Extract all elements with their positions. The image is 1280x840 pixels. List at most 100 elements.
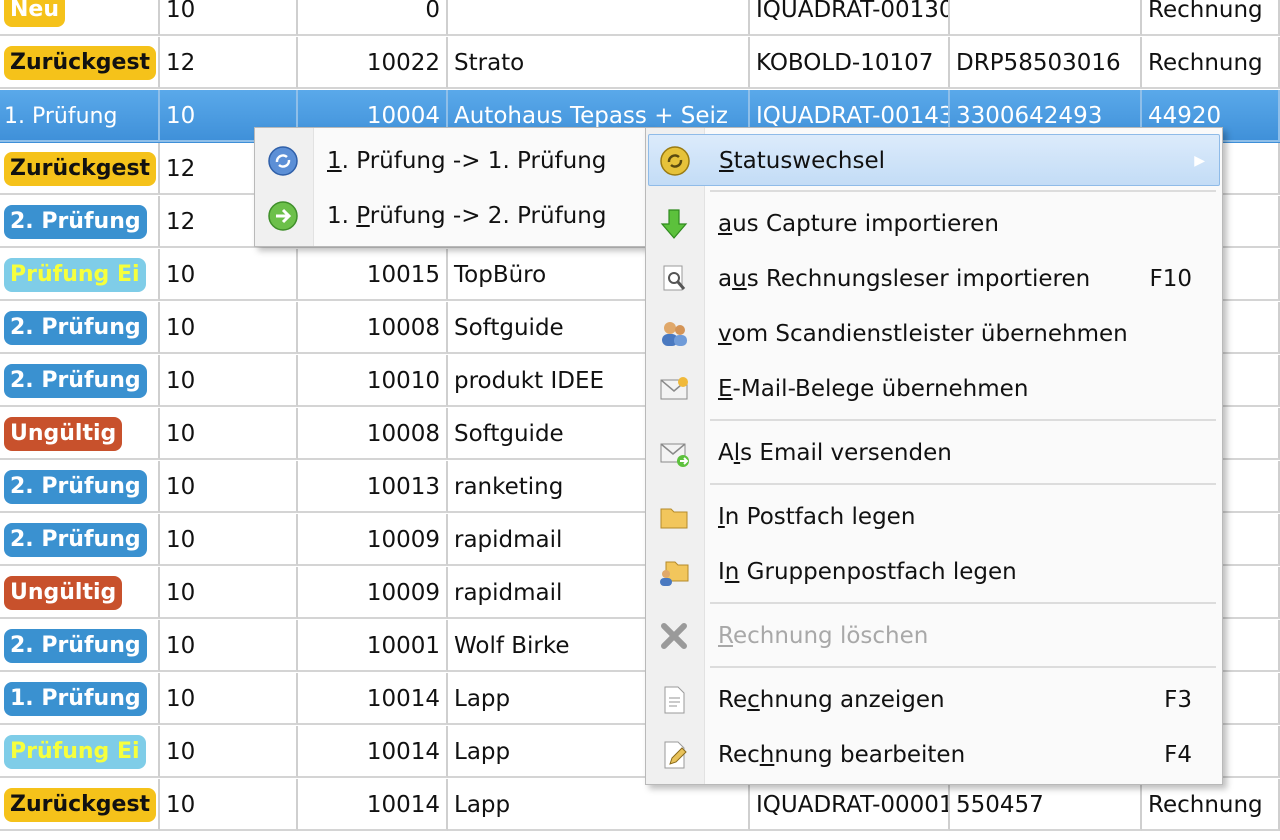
menu-separator <box>710 666 1216 668</box>
count-cell: 10 <box>160 514 298 566</box>
document-icon <box>658 684 690 716</box>
reference-cell: 550457 <box>950 779 1142 831</box>
status-badge: 1. Prüfung <box>4 682 147 716</box>
type-cell: Rechnung <box>1142 37 1280 89</box>
status-cell: Zurückgest <box>0 37 160 89</box>
number-cell: 10022 <box>298 37 448 89</box>
group-folder-icon <box>658 556 690 588</box>
status-cell: 2. Prüfung <box>0 620 160 672</box>
status-badge: 2. Prüfung <box>4 470 147 504</box>
send-mail-icon <box>658 437 690 469</box>
count-cell: 10 <box>160 355 298 407</box>
menu-separator <box>710 602 1216 604</box>
status-cell: Ungültig <box>0 567 160 619</box>
menu-item-rechnung-bearbeiten[interactable]: Rechnung bearbeiten F4 <box>648 729 1220 781</box>
number-cell: 10009 <box>298 514 448 566</box>
status-badge: 2. Prüfung <box>4 364 147 398</box>
count-cell: 10 <box>160 620 298 672</box>
status-badge: 2. Prüfung <box>4 629 147 663</box>
status-badge: Prüfung Ei <box>4 258 146 292</box>
count-cell: 12 <box>160 37 298 89</box>
status-badge: Ungültig <box>4 417 123 451</box>
menu-item-rechnung-anzeigen[interactable]: Rechnung anzeigen F3 <box>648 674 1220 726</box>
context-menu: Statuswechsel ▶ aus Capture importieren … <box>645 127 1223 785</box>
status-cell: Zurückgest <box>0 143 160 195</box>
type-cell: Rechnung <box>1142 0 1280 36</box>
menu-item-postfach[interactable]: In Postfach legen <box>648 491 1220 543</box>
number-cell: 10009 <box>298 567 448 619</box>
table-row[interactable]: Zurückgest 12 10022 Strato KOBOLD-10107 DRP58… <box>0 37 1280 90</box>
number-cell: 10010 <box>298 355 448 407</box>
menu-item-label: vom Scandienstleister übernehmen <box>718 321 1128 347</box>
reference-cell <box>950 0 1142 36</box>
submenu-item-1-to-2[interactable]: 1. Prüfung -> 2. Prüfung <box>257 190 647 242</box>
arrow-down-icon <box>658 208 690 240</box>
menu-separator <box>710 419 1216 421</box>
status-cell: 2. Prüfung <box>0 514 160 566</box>
status-cell: Prüfung Ei <box>0 249 160 301</box>
menu-item-label: Rechnung anzeigen <box>718 687 945 713</box>
edit-document-icon <box>658 739 690 771</box>
name-cell: Strato <box>448 37 750 89</box>
shortcut-label: F3 <box>1164 687 1192 713</box>
menu-item-label: Als Email versenden <box>718 440 952 466</box>
magnifier-document-icon <box>658 263 690 295</box>
menu-separator <box>710 190 1216 192</box>
number-cell: 10001 <box>298 620 448 672</box>
menu-item-label: Rechnung bearbeiten <box>718 742 966 768</box>
count-cell: 10 <box>160 249 298 301</box>
status-badge: 2. Prüfung <box>4 523 147 557</box>
menu-item-label: In Gruppenpostfach legen <box>718 559 1017 585</box>
menu-item-label: E-Mail-Belege übernehmen <box>718 376 1029 402</box>
table-row[interactable]: Neu 10 0 IQUADRAT-00130 Rechnung <box>0 0 1280 37</box>
status-badge: Prüfung Ei <box>4 735 146 769</box>
code-cell: IQUADRAT-00001 <box>750 779 950 831</box>
menu-item-gruppenpostfach[interactable]: In Gruppenpostfach legen <box>648 546 1220 598</box>
name-cell: Lapp <box>448 779 750 831</box>
submenu-item-label: 1. Prüfung -> 2. Prüfung <box>327 203 607 229</box>
shortcut-label: F10 <box>1149 266 1193 292</box>
number-cell: 10008 <box>298 408 448 460</box>
submenu-item-1-to-1[interactable]: 1. Prüfung -> 1. Prüfung <box>257 135 647 187</box>
number-cell: 10014 <box>298 726 448 778</box>
count-cell: 10 <box>160 0 298 36</box>
menu-item-label: aus Rechnungsleser importieren <box>718 266 1091 292</box>
menu-item-rechnung-loeschen[interactable]: Rechnung löschen <box>648 610 1220 662</box>
number-cell: 10014 <box>298 673 448 725</box>
menu-item-label: Statuswechsel <box>719 148 886 174</box>
number-cell: 10015 <box>298 249 448 301</box>
menu-item-email-belege[interactable]: E-Mail-Belege übernehmen <box>648 363 1220 415</box>
status-cell: 1. Prüfung <box>0 673 160 725</box>
count-cell: 10 <box>160 302 298 354</box>
status-submenu: 1. Prüfung -> 1. Prüfung 1. Prüfung -> 2… <box>254 127 650 247</box>
status-cell: 2. Prüfung <box>0 302 160 354</box>
menu-item-label: In Postfach legen <box>718 504 916 530</box>
menu-item-capture-import[interactable]: aus Capture importieren <box>648 198 1220 250</box>
count-cell: 10 <box>160 726 298 778</box>
status-cell: 2. Prüfung <box>0 461 160 513</box>
status-badge: Zurückgest <box>4 152 157 186</box>
number-cell: 10008 <box>298 302 448 354</box>
type-cell: Rechnung <box>1142 779 1280 831</box>
count-cell: 10 <box>160 673 298 725</box>
status-change-icon <box>659 145 691 177</box>
menu-item-label: Rechnung löschen <box>718 623 929 649</box>
status-badge: Neu <box>4 0 65 27</box>
arrow-right-circle-icon <box>267 200 299 232</box>
status-badge: Ungültig <box>4 576 123 610</box>
count-cell: 10 <box>160 461 298 513</box>
refresh-icon <box>267 145 299 177</box>
status-cell: Prüfung Ei <box>0 726 160 778</box>
number-cell: 10013 <box>298 461 448 513</box>
delete-x-icon <box>658 620 690 652</box>
menu-item-label: aus Capture importieren <box>718 211 999 237</box>
menu-item-rechnungsleser-import[interactable]: aus Rechnungsleser importieren F10 <box>648 253 1220 305</box>
code-cell: KOBOLD-10107 <box>750 37 950 89</box>
menu-item-send-email[interactable]: Als Email versenden <box>648 427 1220 479</box>
reference-cell: DRP58503016 <box>950 37 1142 89</box>
menu-item-scandienstleister[interactable]: vom Scandienstleister übernehmen <box>648 308 1220 360</box>
menu-separator <box>710 483 1216 485</box>
shortcut-label: F4 <box>1164 742 1192 768</box>
menu-item-statuswechsel[interactable]: Statuswechsel ▶ <box>648 134 1220 186</box>
table-row[interactable]: Zurückgest 10 10014 Lapp IQUADRAT-00001 55045… <box>0 779 1280 832</box>
